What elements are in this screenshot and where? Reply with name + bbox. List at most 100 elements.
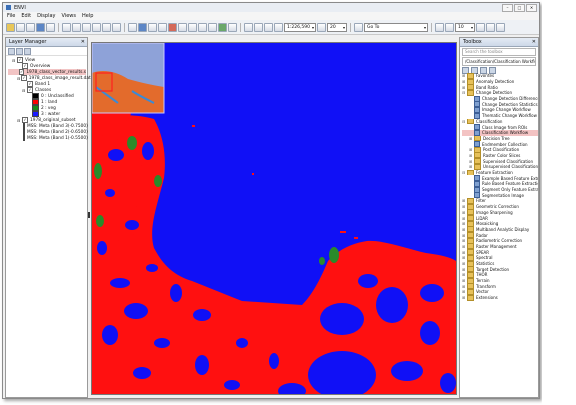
expand-toggle-icon[interactable]: ⊞ (462, 233, 466, 238)
expand-toggle-icon[interactable]: ⊞ (462, 261, 466, 266)
expand-toggle-icon[interactable]: ⊞ (469, 147, 473, 152)
portal-icon[interactable] (496, 22, 505, 32)
expand-toggle-icon[interactable]: ⊞ (462, 267, 466, 272)
link-icon[interactable] (24, 47, 31, 55)
polyline-icon[interactable] (208, 22, 217, 32)
paste-icon[interactable] (102, 22, 111, 32)
expand-toggle-icon[interactable]: ⊞ (462, 79, 466, 84)
transparency-icon[interactable] (486, 22, 495, 32)
redo-icon[interactable] (72, 22, 81, 32)
goto-combo[interactable]: Go To (364, 22, 428, 32)
menu-edit[interactable]: Edit (21, 13, 31, 19)
collapse-icon[interactable] (16, 47, 23, 55)
image-view[interactable] (91, 42, 457, 395)
expand-toggle-icon[interactable]: ⊞ (462, 227, 466, 232)
expand-toggle-icon[interactable]: ⊞ (462, 198, 466, 203)
expand-toggle-icon[interactable]: ⊞ (462, 210, 466, 215)
overview-inset[interactable] (92, 43, 165, 114)
maximize-button[interactable]: □ (514, 3, 525, 12)
expand-toggle-icon[interactable]: ⊞ (469, 159, 473, 164)
delete-icon[interactable] (112, 22, 121, 32)
expand-toggle-icon[interactable]: ⊞ (462, 284, 466, 289)
toolbox-item-label: SPEAR (476, 249, 489, 255)
expand-toggle-icon[interactable]: ⊟ (12, 58, 16, 63)
vector-create-icon[interactable] (228, 22, 237, 32)
expand-toggle-icon[interactable]: ⊞ (469, 153, 473, 158)
zoom-out-icon[interactable] (254, 22, 263, 32)
undo-icon[interactable] (62, 22, 71, 32)
zoom-fixed-icon[interactable] (274, 22, 283, 32)
rotate-icon[interactable] (158, 22, 167, 32)
pan-icon[interactable] (138, 22, 147, 32)
cut-icon[interactable] (82, 22, 91, 32)
expand-toggle-icon[interactable]: ⊞ (462, 255, 466, 260)
close-button[interactable]: ✕ (526, 3, 537, 12)
layer-item[interactable]: MSS: Meta (Band 1(-0.5500) (8, 135, 88, 141)
menu-file[interactable]: File (7, 13, 15, 19)
fly-icon[interactable] (148, 22, 157, 32)
stretch-combo[interactable]: 10 (455, 22, 475, 32)
folder-icon (467, 90, 474, 96)
expand-toggle-icon[interactable]: ⊞ (462, 216, 466, 221)
roi-icon[interactable] (218, 22, 227, 32)
expand-toggle-icon[interactable]: ⊞ (462, 289, 466, 294)
expand-toggle-icon[interactable]: ⊟ (462, 119, 466, 124)
data-manager-icon[interactable] (36, 22, 45, 32)
expand-toggle-icon[interactable]: ⊞ (462, 250, 466, 255)
visibility-checkbox[interactable]: ✓ (21, 75, 27, 81)
expand-toggle-icon[interactable]: ⊞ (462, 85, 466, 90)
expand-toggle-icon[interactable]: ⊞ (462, 221, 466, 226)
ellipse-icon[interactable] (188, 22, 197, 32)
toolbox-search-input[interactable]: Search the toolbox (462, 48, 536, 56)
print-icon[interactable] (26, 22, 35, 32)
layer-item[interactable]: ⊟ ✓ 1978_class_image_result.dat (8, 75, 91, 81)
copy-icon[interactable] (92, 22, 101, 32)
expand-toggle-icon[interactable]: ⊟ (17, 76, 20, 81)
expand-toggle-icon[interactable]: ⊞ (462, 204, 466, 209)
polygon-icon[interactable] (198, 22, 207, 32)
rotate-view-icon[interactable] (317, 22, 326, 32)
sharpen-icon[interactable] (476, 22, 485, 32)
contrast-icon[interactable] (445, 22, 454, 32)
toolbox-folder[interactable]: ⊞ Extensions (462, 294, 538, 301)
expand-icon[interactable] (8, 47, 15, 55)
brightness-icon[interactable] (435, 22, 444, 32)
annotation-icon[interactable] (168, 22, 177, 32)
expand-toggle-icon[interactable]: ⊞ (462, 73, 466, 78)
close-icon[interactable]: ✕ (532, 38, 536, 46)
open-icon[interactable] (6, 22, 15, 32)
menu-views[interactable]: Views (62, 13, 76, 19)
minimize-button[interactable]: – (502, 3, 513, 12)
toolbox-item-label: Radiometric Correction (476, 238, 523, 244)
expand-toggle-icon[interactable]: ⊟ (17, 118, 21, 123)
expand-toggle-icon[interactable]: ⊟ (462, 90, 466, 95)
goto-icon[interactable] (354, 22, 363, 32)
expand-toggle-icon[interactable]: ⊟ (22, 88, 26, 93)
expand-toggle-icon[interactable]: ⊞ (462, 295, 466, 300)
expand-toggle-icon[interactable]: ⊞ (462, 244, 466, 249)
rectangle-icon[interactable] (178, 22, 187, 32)
select-icon[interactable] (128, 22, 137, 32)
layer-item[interactable]: ⊟ ✓ 1978_original_subset (8, 117, 86, 123)
save-icon[interactable] (16, 22, 25, 32)
toolbox-item-label: Radar (476, 232, 488, 238)
zoom-full-icon[interactable] (264, 22, 273, 32)
expand-toggle-icon[interactable]: ⊞ (469, 136, 473, 141)
zoom-in-icon[interactable] (244, 22, 253, 32)
expand-toggle-icon[interactable]: ⊞ (462, 238, 466, 243)
expand-toggle-icon[interactable]: ⊞ (469, 164, 473, 169)
toolbox-item-label: Endmember Collection (482, 141, 528, 147)
layer-manager-icon[interactable] (46, 22, 55, 32)
expand-toggle-icon[interactable]: ⊞ (462, 278, 466, 283)
toolbox-path-field[interactable]: /Classification/Classification Workflow (462, 57, 536, 66)
toolbar-separator (240, 22, 241, 32)
close-icon[interactable]: ✕ (81, 38, 85, 46)
layer-item-label: 1978_original_subset (30, 117, 76, 123)
rotation-combo[interactable]: 20 (327, 22, 347, 32)
zoom-combo[interactable]: 1:226,590 (284, 22, 316, 32)
menu-display[interactable]: Display (37, 13, 55, 19)
layer-item[interactable]: ✓ 1978_class_vector_results.s (8, 69, 86, 75)
expand-toggle-icon[interactable]: ⊟ (462, 170, 466, 175)
expand-toggle-icon[interactable]: ⊞ (462, 272, 466, 277)
menu-help[interactable]: Help (82, 13, 93, 19)
